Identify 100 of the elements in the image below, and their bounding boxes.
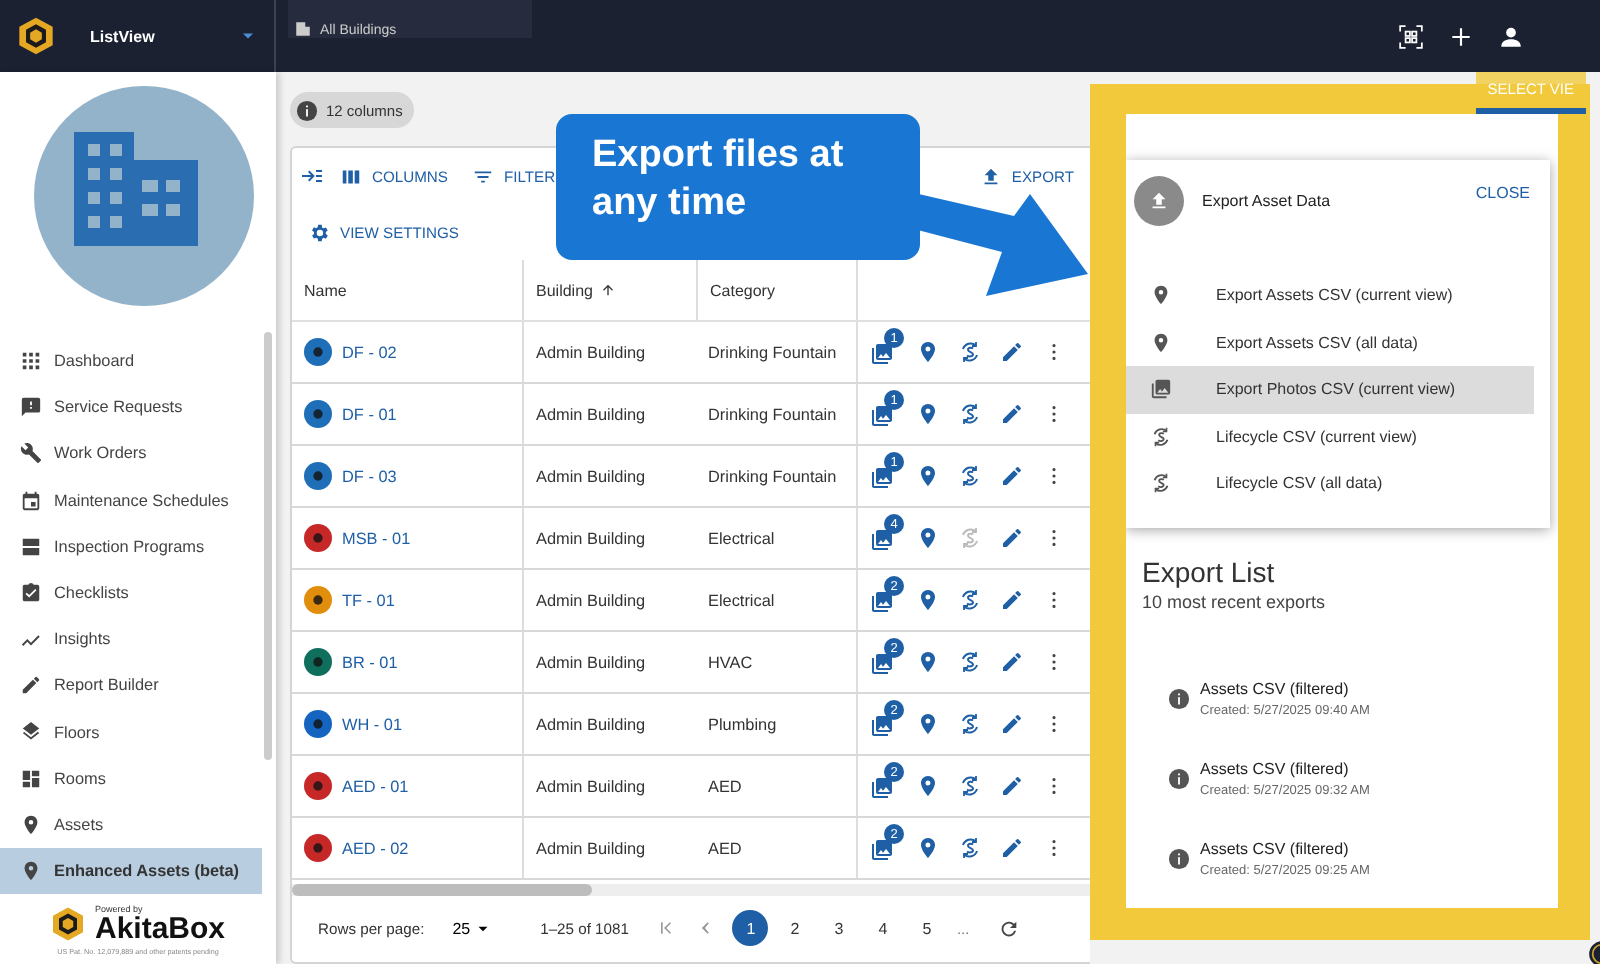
export-list-title: Export List [1142,555,1277,587]
pencil-icon [20,674,42,697]
photos-icon [870,590,894,614]
nav-item[interactable]: Checklists [0,569,262,617]
photos-icon [870,652,894,676]
cycle-arrows-icon[interactable] [958,836,982,860]
table-cell: Admin Building [536,839,646,857]
location-pin-icon [916,712,940,736]
cycle-arrows-icon[interactable] [958,774,982,798]
table-cell: Admin Building [536,777,646,795]
page-button[interactable]: 5 [908,910,945,946]
cycle-arrows-icon[interactable] [958,712,982,736]
photos-icon [870,714,894,738]
server-icon [20,535,42,558]
nav-item[interactable]: Enhanced Assets (beta) [0,848,262,895]
building-icon [294,20,312,38]
export-option[interactable]: Export Assets CSV (all data) [1126,319,1534,366]
dialog-title: Export Asset Data [1202,191,1333,209]
location-pin-icon [916,588,940,612]
page-button[interactable]: 2 [776,910,813,946]
asset-link[interactable]: DF - 01 [342,405,397,423]
columns-icon [340,165,362,187]
table-cell: Admin Building [536,715,646,733]
nav-item[interactable]: Dashboard [0,338,262,385]
wrench-icon [20,442,42,465]
upload-icon [1134,175,1184,225]
nav-item[interactable]: Floors [0,709,262,756]
pencil-icon [1000,340,1024,364]
pencil-icon [1000,402,1024,426]
asset-link[interactable]: BR - 01 [342,653,398,671]
table-cell: AED [708,777,742,795]
info-icon [1168,847,1190,869]
table-cell: HVAC [708,653,753,671]
pencil-icon [1000,464,1024,488]
calendar-icon [20,489,42,512]
asset-link[interactable]: WH - 01 [342,715,403,733]
sort-up-arrow-icon [600,282,617,298]
asset-link[interactable]: MSB - 01 [342,529,411,547]
scrollbar[interactable] [264,332,272,760]
cycle-arrows-icon[interactable] [958,588,982,612]
photos-icon [870,404,894,428]
qr-scan-icon[interactable] [1398,23,1424,49]
nav-item[interactable]: Inspection Programs [0,523,262,570]
nav-item[interactable]: Work Orders [0,430,262,478]
export-option[interactable]: Lifecycle CSV (all data) [1126,460,1534,507]
nav-item[interactable]: Service Requests [0,384,262,431]
pencil-icon [1000,712,1024,736]
export-option[interactable]: Export Photos CSV (current view) [1126,366,1534,413]
gear-icon [308,221,330,243]
nav-item[interactable]: Assets [0,801,262,849]
asset-link[interactable]: DF - 02 [342,343,397,361]
photos-icon [870,776,894,800]
asset-link[interactable]: TF - 01 [342,591,395,609]
nav-item[interactable]: Maintenance Schedules [0,477,262,524]
first-page-icon [656,918,677,938]
hexagon-logo-icon [16,14,56,58]
table-cell: Drinking Fountain [708,405,837,423]
photos-icon [870,342,894,366]
photos-icon [1150,378,1172,401]
pencil-icon [1000,650,1024,674]
layers-icon [20,721,42,744]
pencil-icon [1000,836,1024,860]
table-cell: Drinking Fountain [708,343,837,361]
nav-item[interactable]: Insights [0,616,262,663]
refresh-icon [997,917,1020,939]
collapse-icon [300,164,324,188]
page-button[interactable]: 4 [864,910,901,946]
scrollbar[interactable] [292,884,592,896]
cycle-arrows-icon[interactable] [958,340,982,364]
location-pin-icon [1150,331,1172,354]
close-button[interactable]: CLOSE [1475,183,1530,201]
person-icon[interactable] [1498,23,1524,49]
cycle-arrows-icon[interactable] [958,402,982,426]
tiles-icon [20,767,42,790]
export-option[interactable]: Export Assets CSV (current view) [1126,272,1534,319]
page-button[interactable]: 1 [732,910,769,946]
nav-item[interactable]: Report Builder [0,662,262,709]
location-pin-icon [916,340,940,364]
clipboard-check-icon [20,582,42,605]
plus-icon[interactable] [1448,23,1474,49]
pencil-icon [1000,774,1024,798]
table-cell: Electrical [708,529,775,547]
nav-item[interactable]: Rooms [0,755,262,802]
brand-name: AkitaBox [94,914,226,944]
asset-link[interactable]: DF - 03 [342,467,397,485]
export-option[interactable]: Lifecycle CSV (current view) [1126,413,1534,460]
cycle-arrows-icon[interactable] [958,464,982,488]
page-button[interactable]: 3 [820,910,857,946]
location-pin-icon [916,650,940,674]
column-header[interactable]: Name [292,260,522,320]
cycle-arrows-icon[interactable] [958,650,982,674]
asset-link[interactable]: AED - 02 [342,839,409,857]
table-cell: Electrical [708,591,775,609]
upload-icon [979,165,1002,187]
hexagon-logo-icon [50,904,87,944]
rows-per-page-select[interactable]: 25 [440,917,505,939]
location-pin-icon [20,813,42,836]
table-cell: AED [708,839,742,857]
table-cell: Admin Building [536,529,646,547]
asset-link[interactable]: AED - 01 [342,777,409,795]
